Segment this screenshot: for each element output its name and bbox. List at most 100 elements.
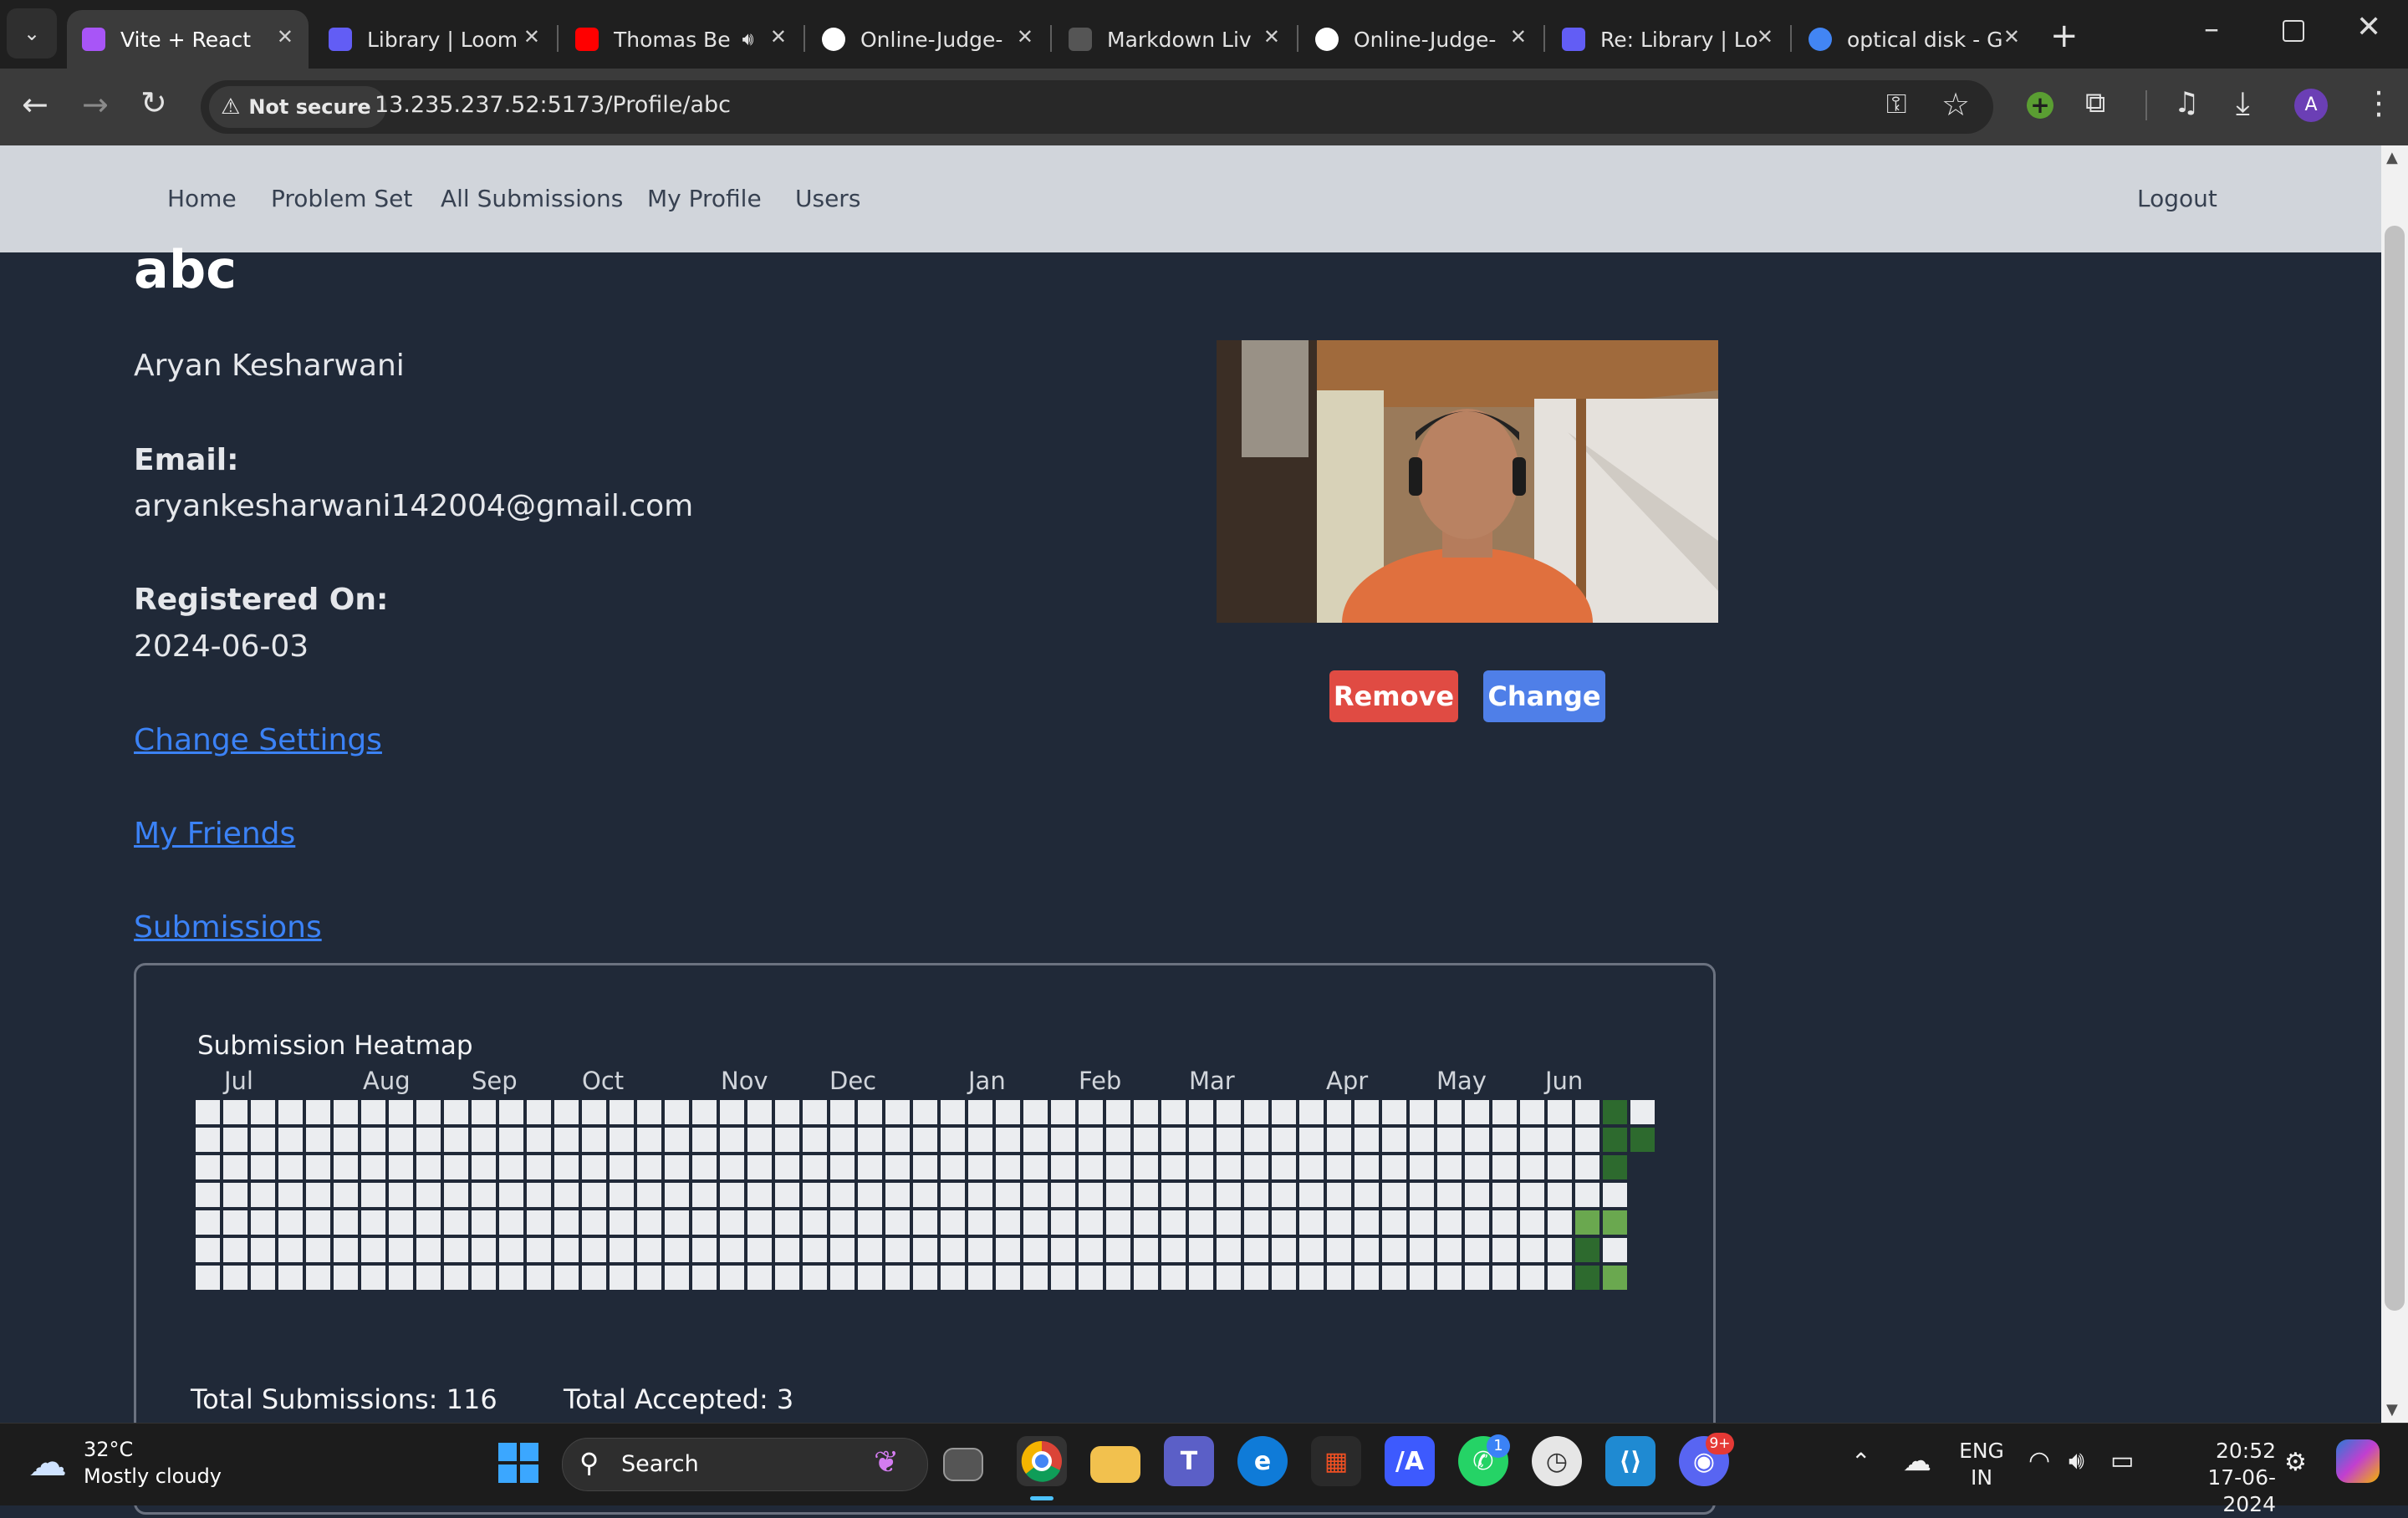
url-text[interactable]: 13.235.237.52:5173/Profile/abc: [375, 92, 731, 118]
heatmap-cell[interactable]: [637, 1183, 661, 1207]
heatmap-cell[interactable]: [278, 1183, 303, 1207]
chrome-icon[interactable]: [1017, 1436, 1067, 1486]
heatmap-cell[interactable]: [941, 1266, 965, 1290]
heatmap-cell[interactable]: [472, 1210, 496, 1235]
browser-tab[interactable]: Markdown Liv ✕: [1054, 10, 1295, 69]
heatmap-cell[interactable]: [1106, 1155, 1130, 1179]
heatmap-cell[interactable]: [1603, 1100, 1627, 1124]
heatmap-cell[interactable]: [1134, 1238, 1158, 1262]
heatmap-cell[interactable]: [941, 1155, 965, 1179]
heatmap-cell[interactable]: [692, 1210, 717, 1235]
heatmap-cell[interactable]: [803, 1100, 827, 1124]
heatmap-cell[interactable]: [1492, 1183, 1517, 1207]
heatmap-cell[interactable]: [223, 1100, 247, 1124]
extension-plus-icon[interactable]: +: [2027, 92, 2053, 119]
heatmap-cell[interactable]: [582, 1238, 606, 1262]
heatmap-cell[interactable]: [444, 1100, 468, 1124]
heatmap-cell[interactable]: [444, 1128, 468, 1152]
heatmap-cell[interactable]: [1189, 1183, 1213, 1207]
heatmap-cell[interactable]: [637, 1128, 661, 1152]
edge-icon[interactable]: e: [1237, 1436, 1288, 1486]
heatmap-cell[interactable]: [858, 1155, 882, 1179]
heatmap-cell[interactable]: [720, 1183, 744, 1207]
heatmap-cell[interactable]: [720, 1155, 744, 1179]
heatmap-cell[interactable]: [885, 1128, 910, 1152]
heatmap-cell[interactable]: [527, 1183, 551, 1207]
heatmap-cell[interactable]: [610, 1238, 634, 1262]
heatmap-cell[interactable]: [1548, 1155, 1572, 1179]
profile-avatar[interactable]: A: [2294, 89, 2328, 122]
heatmap-cell[interactable]: [1106, 1100, 1130, 1124]
heatmap-cell[interactable]: [554, 1210, 579, 1235]
heatmap-cell[interactable]: [334, 1210, 358, 1235]
heatmap-cell[interactable]: [306, 1266, 330, 1290]
heatmap-cell[interactable]: [527, 1266, 551, 1290]
heatmap-cell[interactable]: [1437, 1238, 1462, 1262]
heatmap-cell[interactable]: [1520, 1155, 1544, 1179]
heatmap-cell[interactable]: [968, 1100, 992, 1124]
heatmap-cell[interactable]: [1327, 1128, 1351, 1152]
heatmap-cell[interactable]: [196, 1266, 220, 1290]
heatmap-cell[interactable]: [472, 1128, 496, 1152]
heatmap-cell[interactable]: [665, 1183, 689, 1207]
notifications-icon[interactable]: ⚙: [2284, 1448, 2307, 1477]
heatmap-cell[interactable]: [1327, 1155, 1351, 1179]
teams-icon[interactable]: T: [1164, 1436, 1214, 1486]
heatmap-cell[interactable]: [1437, 1266, 1462, 1290]
heatmap-cell[interactable]: [527, 1238, 551, 1262]
heatmap-cell[interactable]: [747, 1238, 772, 1262]
heatmap-cell[interactable]: [830, 1183, 855, 1207]
heatmap-cell[interactable]: [941, 1100, 965, 1124]
vscode-icon[interactable]: ⟨⟩: [1605, 1436, 1656, 1486]
heatmap-cell[interactable]: [1327, 1266, 1351, 1290]
heatmap-cell[interactable]: [389, 1155, 413, 1179]
heatmap-cell[interactable]: [1382, 1266, 1406, 1290]
heatmap-cell[interactable]: [416, 1210, 441, 1235]
heatmap-cell[interactable]: [361, 1155, 385, 1179]
heatmap-cell[interactable]: [803, 1210, 827, 1235]
heatmap-cell[interactable]: [278, 1238, 303, 1262]
heatmap-cell[interactable]: [1244, 1238, 1268, 1262]
heatmap-cell[interactable]: [1575, 1210, 1599, 1235]
heatmap-cell[interactable]: [1492, 1238, 1517, 1262]
heatmap-cell[interactable]: [665, 1266, 689, 1290]
heatmap-cell[interactable]: [278, 1266, 303, 1290]
heatmap-cell[interactable]: [830, 1100, 855, 1124]
heatmap-cell[interactable]: [747, 1183, 772, 1207]
heatmap-cell[interactable]: [1548, 1183, 1572, 1207]
heatmap-cell[interactable]: [499, 1266, 523, 1290]
heatmap-cell[interactable]: [610, 1155, 634, 1179]
heatmap-cell[interactable]: [968, 1238, 992, 1262]
heatmap-cell[interactable]: [1575, 1266, 1599, 1290]
heatmap-cell[interactable]: [582, 1266, 606, 1290]
heatmap-cell[interactable]: [1354, 1128, 1379, 1152]
heatmap-cell[interactable]: [223, 1238, 247, 1262]
heatmap-cell[interactable]: [1189, 1266, 1213, 1290]
heatmap-cell[interactable]: [223, 1183, 247, 1207]
heatmap-cell[interactable]: [941, 1183, 965, 1207]
heatmap-cell[interactable]: [1134, 1266, 1158, 1290]
heatmap-cell[interactable]: [554, 1100, 579, 1124]
mathpix-icon[interactable]: /A: [1385, 1436, 1435, 1486]
heatmap-cell[interactable]: [499, 1238, 523, 1262]
heatmap-cell[interactable]: [1575, 1183, 1599, 1207]
browser-tab[interactable]: Online-Judge- ✕: [807, 10, 1048, 69]
heatmap-cell[interactable]: [278, 1128, 303, 1152]
heatmap-cell[interactable]: [775, 1100, 799, 1124]
heatmap-cell[interactable]: [1520, 1100, 1544, 1124]
heatmap-cell[interactable]: [1106, 1183, 1130, 1207]
heatmap-cell[interactable]: [1161, 1238, 1186, 1262]
heatmap-cell[interactable]: [637, 1210, 661, 1235]
heatmap-cell[interactable]: [803, 1183, 827, 1207]
heatmap-cell[interactable]: [1079, 1238, 1103, 1262]
heatmap-cell[interactable]: [830, 1128, 855, 1152]
heatmap-cell[interactable]: [1023, 1238, 1048, 1262]
heatmap-cell[interactable]: [858, 1100, 882, 1124]
heatmap-cell[interactable]: [223, 1210, 247, 1235]
heatmap-cell[interactable]: [1465, 1183, 1489, 1207]
heatmap-cell[interactable]: [1161, 1266, 1186, 1290]
tab-close-icon[interactable]: ✕: [277, 25, 293, 48]
heatmap-cell[interactable]: [1603, 1183, 1627, 1207]
heatmap-cell[interactable]: [1548, 1210, 1572, 1235]
browser-tab[interactable]: Re: Library | Lo ✕: [1547, 10, 1788, 69]
